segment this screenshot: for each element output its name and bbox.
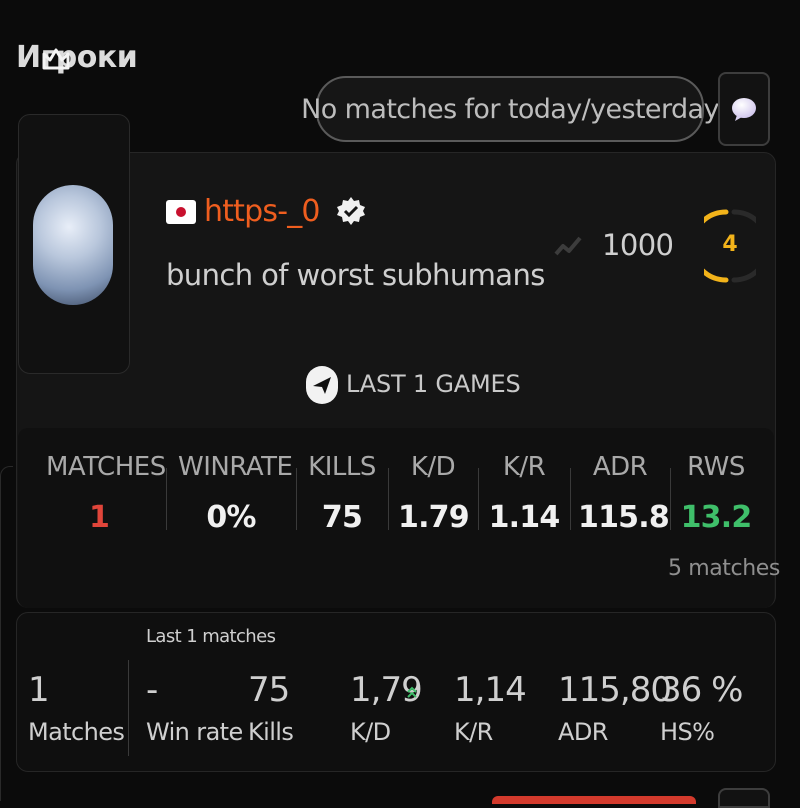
summary-label: Matches bbox=[28, 718, 125, 746]
stat-kr: K/R 1.14 bbox=[488, 452, 561, 535]
divider bbox=[296, 468, 297, 530]
avatar[interactable] bbox=[33, 185, 113, 305]
stat-label: MATCHES bbox=[46, 452, 166, 482]
stat-kd: K/D 1.79 bbox=[398, 452, 470, 535]
no-matches-label: No matches for today/yesterday bbox=[301, 93, 719, 125]
summary-winrate: - Win rate bbox=[146, 670, 243, 746]
summary-value: 1 bbox=[28, 670, 50, 710]
stat-winrate: WINRATE 0% bbox=[178, 452, 293, 535]
username-link[interactable]: https-_0 bbox=[204, 194, 321, 229]
rws-subtext: 5 matches bbox=[668, 556, 780, 581]
stat-value: 1.79 bbox=[398, 500, 470, 535]
crown-icon bbox=[42, 48, 70, 70]
summary-label: K/R bbox=[454, 718, 493, 746]
stat-label: K/D bbox=[410, 452, 456, 482]
stat-label: KILLS bbox=[308, 452, 376, 482]
japan-flag-icon bbox=[166, 200, 196, 224]
summary-caption: Last 1 matches bbox=[146, 626, 276, 647]
chat-bubble-icon bbox=[732, 98, 756, 121]
trend-up-icon bbox=[407, 686, 417, 698]
last-games-label: LAST 1 GAMES bbox=[346, 370, 521, 398]
summary-value: 75 bbox=[248, 670, 290, 710]
faceit-logo-icon bbox=[306, 366, 338, 404]
stat-matches: MATCHES 1 bbox=[46, 452, 166, 535]
avatar-card[interactable] bbox=[18, 114, 130, 374]
summary-label: HS% bbox=[660, 718, 715, 746]
skill-level-value: 4 bbox=[722, 232, 738, 257]
elo-trend-icon bbox=[554, 236, 582, 256]
divider bbox=[128, 660, 129, 756]
summary-label: K/D bbox=[350, 718, 391, 746]
summary-kills: 75 Kills bbox=[248, 670, 294, 746]
summary-label: Kills bbox=[248, 718, 294, 746]
summary-value: 115,80 bbox=[558, 670, 672, 710]
elo-value: 1000 bbox=[602, 228, 674, 262]
summary-value: 1,14 bbox=[454, 670, 527, 710]
chat-button[interactable] bbox=[718, 72, 770, 146]
stat-value: 1 bbox=[88, 500, 110, 535]
stat-value: 0% bbox=[206, 500, 256, 535]
summary-label: ADR bbox=[558, 718, 608, 746]
summary-kr: 1,14 K/R bbox=[454, 670, 527, 746]
summary-hs: 36 % HS% bbox=[660, 670, 743, 746]
summary-adr: 115,80 ADR bbox=[558, 670, 672, 746]
section-title: Игроки bbox=[16, 40, 138, 75]
summary-matches: 1 Matches bbox=[28, 670, 125, 746]
stat-adr: ADR 115.8 bbox=[578, 452, 670, 535]
stat-value: 75 bbox=[321, 500, 363, 535]
secondary-button[interactable] bbox=[718, 788, 770, 808]
stat-rws: RWS 13.2 bbox=[680, 452, 753, 535]
divider bbox=[478, 468, 479, 530]
divider bbox=[388, 468, 389, 530]
stat-value: 115.8 bbox=[578, 500, 670, 535]
summary-value: 36 % bbox=[660, 670, 743, 710]
player-bio: bunch of worst subhumans bbox=[166, 258, 545, 292]
no-matches-button[interactable]: No matches for today/yesterday bbox=[301, 76, 719, 142]
summary-value: - bbox=[146, 670, 158, 710]
summary-kd: 1,79 K/D bbox=[350, 670, 423, 746]
side-panel-edge bbox=[0, 466, 13, 801]
stat-kills: KILLS 75 bbox=[308, 452, 376, 535]
stat-label: WINRATE bbox=[178, 452, 293, 482]
stat-label: RWS bbox=[687, 452, 745, 482]
verified-icon bbox=[337, 197, 365, 225]
action-button[interactable] bbox=[492, 796, 696, 804]
divider bbox=[166, 468, 167, 530]
divider bbox=[570, 468, 571, 530]
divider bbox=[670, 468, 671, 530]
stat-label: K/R bbox=[502, 452, 546, 482]
stat-value: 1.14 bbox=[488, 500, 561, 535]
summary-label: Win rate bbox=[146, 718, 243, 746]
stat-value: 13.2 bbox=[680, 500, 753, 535]
stat-label: ADR bbox=[592, 452, 648, 482]
